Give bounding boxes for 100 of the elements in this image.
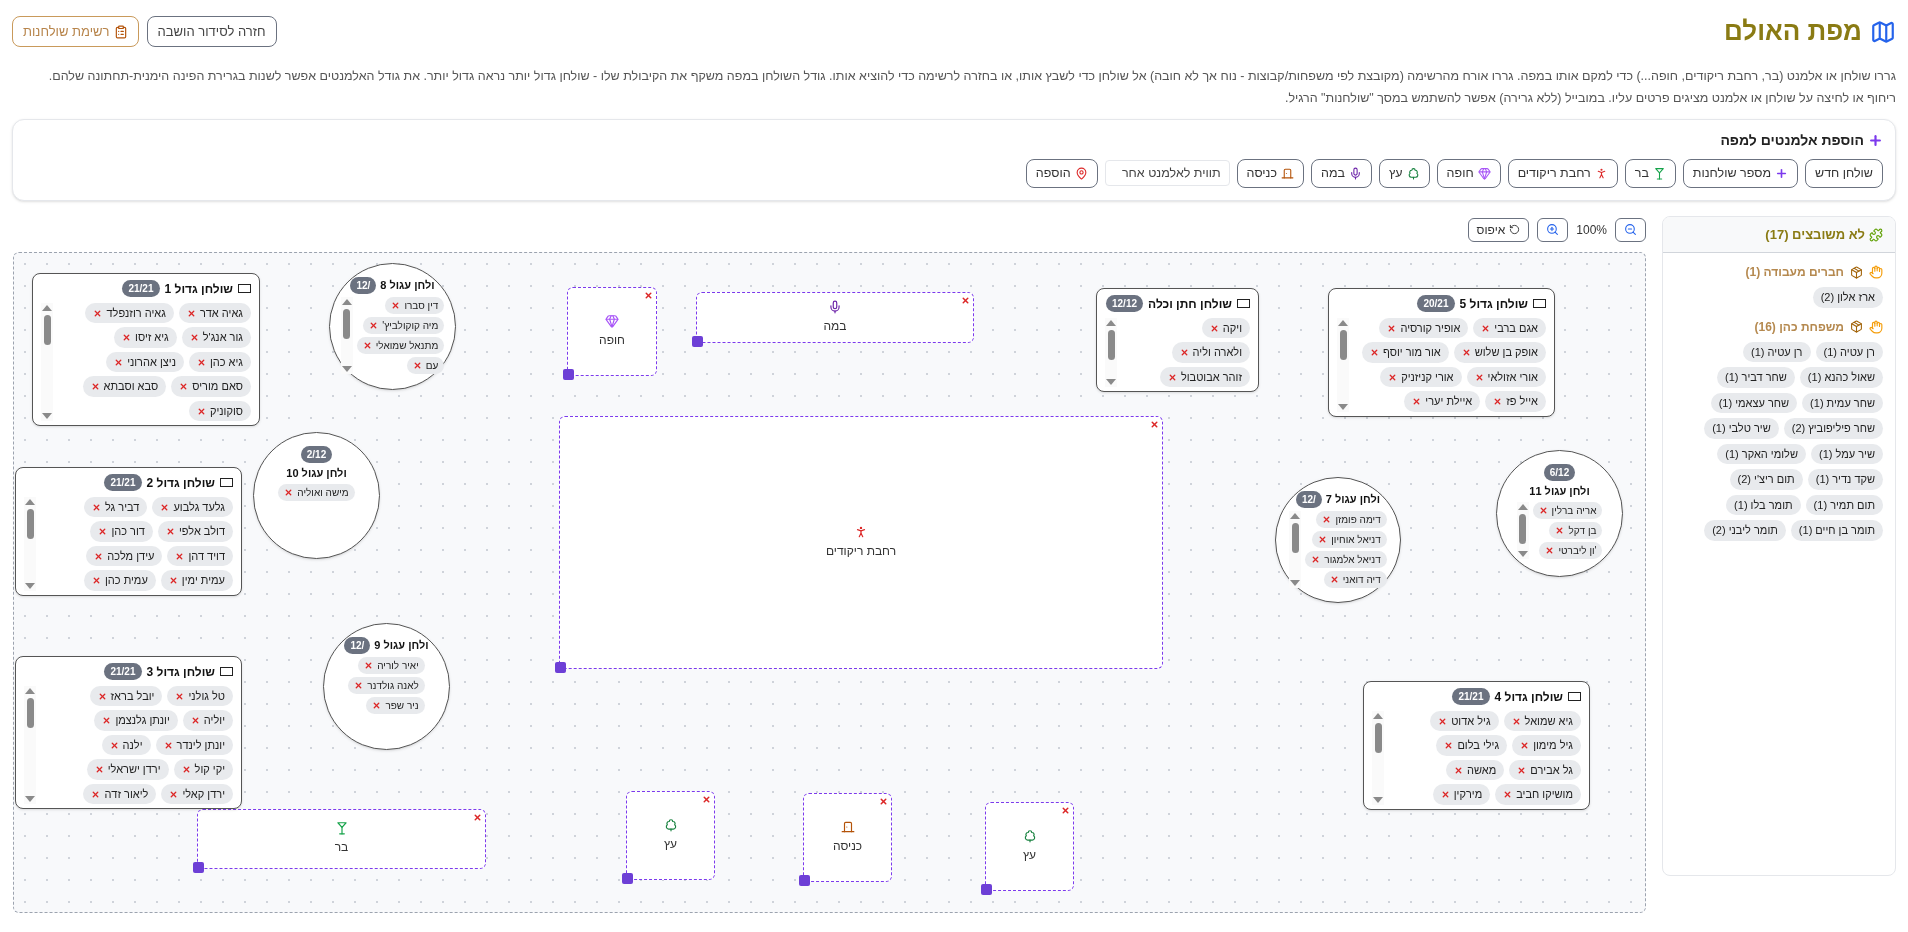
close-icon[interactable] bbox=[1322, 514, 1332, 524]
close-icon[interactable] bbox=[1511, 716, 1521, 726]
reset-button[interactable]: איפוס bbox=[1467, 217, 1530, 242]
close-icon[interactable] bbox=[1329, 574, 1339, 584]
resize-handle[interactable] bbox=[555, 661, 566, 673]
guest-chip[interactable]: סבא וסבתא bbox=[82, 376, 167, 397]
scrollbar[interactable] bbox=[1372, 710, 1384, 805]
zoom-in-button[interactable] bbox=[1537, 217, 1569, 242]
close-icon[interactable] bbox=[175, 551, 185, 561]
guest-chip[interactable]: מישה ואוליה bbox=[278, 484, 355, 502]
guest-chip[interactable]: דיה דואני bbox=[1323, 570, 1387, 588]
add-element-button[interactable]: עץ bbox=[1379, 159, 1430, 188]
zoom-out-button[interactable] bbox=[1615, 217, 1646, 242]
guest-chip[interactable]: יובל בראז bbox=[89, 685, 163, 707]
close-icon[interactable] bbox=[1444, 741, 1454, 750]
guest-chip[interactable]: סאם מוריס bbox=[171, 376, 251, 397]
guest-chip[interactable]: עמית כהן bbox=[83, 570, 156, 591]
guest-chip[interactable]: ליאור זדה bbox=[83, 783, 157, 805]
guest-chip[interactable]: דניאל אלמגור bbox=[1305, 550, 1387, 568]
guest-chip[interactable]: גלעד גלבוע bbox=[152, 496, 233, 518]
guest-chip[interactable]: מירקין bbox=[1432, 784, 1491, 805]
guest-chip[interactable]: דביר גל bbox=[84, 496, 148, 518]
back-button[interactable]: חזרה לסידור הושבה bbox=[146, 15, 277, 48]
scrollbar[interactable] bbox=[1289, 510, 1302, 588]
close-icon[interactable] bbox=[1387, 323, 1397, 333]
close-icon[interactable] bbox=[91, 789, 101, 799]
guest-chip[interactable]: שיר עמל (1) bbox=[1811, 443, 1883, 465]
close-icon[interactable] bbox=[1318, 534, 1328, 544]
close-icon[interactable] bbox=[90, 382, 100, 391]
guest-chip[interactable]: תום ריצ'י (2) bbox=[1729, 469, 1803, 490]
close-icon[interactable] bbox=[109, 740, 119, 750]
close-icon[interactable] bbox=[372, 700, 382, 710]
close-icon[interactable] bbox=[364, 660, 374, 670]
scrollbar[interactable] bbox=[1516, 502, 1529, 560]
guest-chip[interactable]: שחר עמית (1) bbox=[1802, 392, 1883, 414]
guest-chip[interactable]: שחר פיליפוביץ (2) bbox=[1783, 418, 1883, 439]
guest-chip[interactable]: שיר טלבי (1) bbox=[1704, 418, 1779, 439]
close-icon[interactable] bbox=[1370, 348, 1379, 357]
add-element-button[interactable]: כניסה bbox=[1236, 159, 1304, 188]
guest-chip[interactable]: דויד דהן bbox=[167, 545, 233, 567]
scrollbar[interactable] bbox=[41, 302, 53, 422]
guest-chip[interactable]: גל אבירם bbox=[1509, 759, 1581, 781]
guest-chip[interactable]: ירדן ישראלי bbox=[86, 759, 169, 780]
guest-chip[interactable]: אורי קניזניק bbox=[1380, 366, 1462, 388]
guest-chip[interactable]: תום תמיר (1) bbox=[1805, 494, 1883, 516]
guest-chip[interactable]: ויקה bbox=[1201, 317, 1250, 339]
close-icon[interactable] bbox=[179, 382, 189, 391]
close-icon[interactable] bbox=[168, 576, 178, 585]
close-icon[interactable] bbox=[369, 320, 379, 330]
guest-chip[interactable]: שקד נדיר (1) bbox=[1807, 469, 1883, 490]
close-icon[interactable] bbox=[175, 691, 185, 701]
guest-chip[interactable]: דולב אלפי bbox=[157, 521, 233, 542]
add-element-button[interactable]: שולחן חדש bbox=[1805, 159, 1883, 188]
close-icon[interactable] bbox=[160, 502, 170, 512]
guest-chip[interactable]: גילי בלום bbox=[1436, 735, 1508, 756]
guest-chip[interactable]: גיל אדוט bbox=[1430, 710, 1499, 732]
close-icon[interactable] bbox=[165, 527, 175, 536]
close-icon[interactable] bbox=[186, 308, 196, 318]
guest-chip[interactable]: גיא כהן bbox=[188, 351, 251, 373]
guest-chip[interactable]: ולארה וליה bbox=[1171, 342, 1250, 363]
close-icon[interactable] bbox=[92, 502, 101, 512]
guest-chip[interactable]: דימה פומזן bbox=[1316, 510, 1387, 528]
close-icon[interactable] bbox=[1311, 554, 1321, 564]
guest-chip[interactable]: עם bbox=[406, 356, 445, 374]
close-icon[interactable] bbox=[1538, 506, 1548, 516]
guest-chip[interactable]: דין סברו bbox=[385, 296, 445, 314]
guest-chip[interactable]: דור כהן bbox=[90, 521, 153, 542]
add-element-button[interactable]: במה bbox=[1311, 159, 1372, 188]
guest-chip[interactable]: זוהר אבוטבול bbox=[1159, 366, 1250, 388]
scrollbar[interactable] bbox=[340, 296, 353, 374]
guest-chip[interactable]: שחר דביר (1) bbox=[1717, 367, 1795, 388]
close-icon[interactable] bbox=[362, 340, 372, 350]
guest-chip[interactable]: גאיה רוזנפלד bbox=[85, 302, 174, 324]
hand-icon[interactable] bbox=[1869, 265, 1883, 280]
close-icon[interactable] bbox=[163, 740, 173, 750]
close-icon[interactable] bbox=[391, 300, 401, 310]
close-icon[interactable] bbox=[196, 357, 206, 367]
scrollbar[interactable] bbox=[1105, 317, 1117, 388]
guest-chip[interactable]: גאיה אדר bbox=[178, 302, 251, 324]
close-icon[interactable] bbox=[1503, 790, 1513, 799]
guest-chip[interactable]: ניצן אהרוני bbox=[106, 351, 184, 373]
guest-chip[interactable]: אגם ברבי bbox=[1473, 317, 1546, 339]
close-icon[interactable] bbox=[1167, 372, 1177, 382]
guest-chip[interactable]: שלומי האקר (1) bbox=[1717, 443, 1806, 465]
close-icon[interactable] bbox=[412, 360, 422, 370]
resize-handle[interactable] bbox=[622, 872, 633, 884]
guest-chip[interactable]: ארז אלון (2) bbox=[1812, 287, 1883, 308]
close-icon[interactable] bbox=[97, 691, 107, 701]
guest-chip[interactable]: גור אנג'ל bbox=[181, 327, 251, 348]
guest-chip[interactable]: מתנאל שמואלי bbox=[356, 336, 445, 354]
guest-chip[interactable]: רן עטיה (1) bbox=[1815, 341, 1883, 363]
add-element-button[interactable]: בר bbox=[1624, 159, 1676, 188]
guest-chip[interactable]: ילנה bbox=[101, 734, 151, 756]
guest-chip[interactable]: עמית ימין bbox=[160, 570, 233, 591]
resize-handle[interactable] bbox=[692, 335, 703, 347]
guest-chip[interactable]: אופק בן שלוש bbox=[1453, 342, 1546, 363]
close-icon[interactable] bbox=[122, 333, 132, 342]
close-icon[interactable] bbox=[94, 551, 104, 561]
guest-chip[interactable]: רן עטיה (1) bbox=[1743, 341, 1811, 363]
close-icon[interactable] bbox=[644, 290, 653, 300]
